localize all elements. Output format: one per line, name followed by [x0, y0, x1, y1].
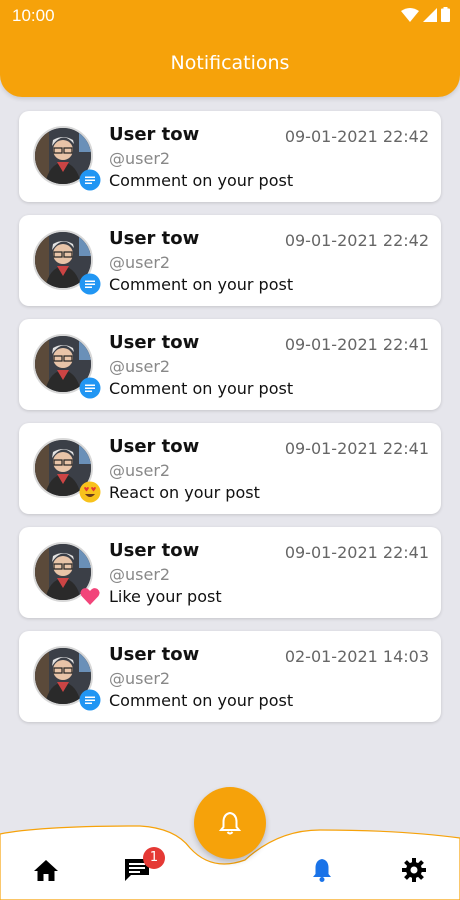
heart-eyes-emoji-icon [79, 481, 101, 503]
notification-card[interactable]: User tow @user2 Like your post 09-01-202… [19, 527, 441, 618]
nav-settings-button[interactable] [394, 850, 434, 890]
comment-icon [79, 377, 101, 399]
notification-user-handle: @user2 [109, 565, 171, 584]
heart-icon [80, 588, 100, 605]
notifications-fab-button[interactable] [194, 787, 266, 859]
app-header: 10:00 Notifications [0, 0, 460, 97]
notification-message: Comment on your post [109, 379, 294, 398]
comment-icon [79, 273, 101, 295]
notification-time: 02-01-2021 14:03 [284, 647, 429, 666]
chat-unread-badge: 1 [143, 847, 165, 869]
notification-user-handle: @user2 [109, 149, 171, 168]
notification-user-handle: @user2 [109, 669, 171, 688]
notification-list: User tow @user2 Comment on your post 09-… [19, 111, 441, 735]
nav-notifications-button[interactable] [302, 850, 342, 890]
comment-icon [79, 169, 101, 191]
avatar-wrap [33, 646, 101, 711]
status-bar: 10:00 [0, 0, 460, 30]
home-icon [34, 860, 58, 881]
notification-card[interactable]: User tow @user2 Comment on your post 09-… [19, 215, 441, 306]
settings-icon [402, 858, 426, 882]
avatar-wrap [33, 126, 101, 191]
notification-user-name: User tow [109, 124, 200, 145]
notification-card[interactable]: User tow @user2 Comment on your post 09-… [19, 111, 441, 202]
notification-message: Comment on your post [109, 275, 294, 294]
notification-message: Comment on your post [109, 171, 294, 190]
notification-user-name: User tow [109, 540, 200, 561]
page-title: Notifications [170, 52, 290, 74]
avatar-wrap [33, 334, 101, 399]
notification-user-handle: @user2 [109, 253, 171, 272]
avatar-wrap [33, 438, 101, 503]
notification-user-name: User tow [109, 644, 200, 665]
notification-time: 09-01-2021 22:42 [284, 231, 429, 250]
notification-time: 09-01-2021 22:41 [284, 543, 429, 562]
notification-time: 09-01-2021 22:41 [284, 335, 429, 354]
notification-message: Comment on your post [109, 691, 294, 710]
notification-user-name: User tow [109, 332, 200, 353]
battery-icon [441, 7, 450, 22]
avatar-wrap [33, 230, 101, 295]
notification-time: 09-01-2021 22:42 [284, 127, 429, 146]
cell-signal-icon [423, 7, 437, 22]
notification-message: Like your post [109, 587, 222, 606]
notification-user-name: User tow [109, 436, 200, 457]
notification-user-handle: @user2 [109, 461, 171, 480]
bell-outline-icon [218, 811, 242, 835]
avatar-wrap [33, 542, 100, 605]
wifi-icon [401, 7, 419, 22]
notification-user-handle: @user2 [109, 357, 171, 376]
bell-icon [313, 859, 331, 882]
status-time: 10:00 [12, 6, 55, 25]
comment-icon [79, 689, 101, 711]
nav-home-button[interactable] [26, 850, 66, 890]
notification-card[interactable]: User tow @user2 Comment on your post 09-… [19, 319, 441, 410]
notification-time: 09-01-2021 22:41 [284, 439, 429, 458]
notification-message: React on your post [109, 483, 260, 502]
status-icons [401, 7, 450, 22]
notification-card[interactable]: User tow @user2 Comment on your post 02-… [19, 631, 441, 722]
notification-user-name: User tow [109, 228, 200, 249]
notification-card[interactable]: User tow @user2 React on your post 09-01… [19, 423, 441, 514]
